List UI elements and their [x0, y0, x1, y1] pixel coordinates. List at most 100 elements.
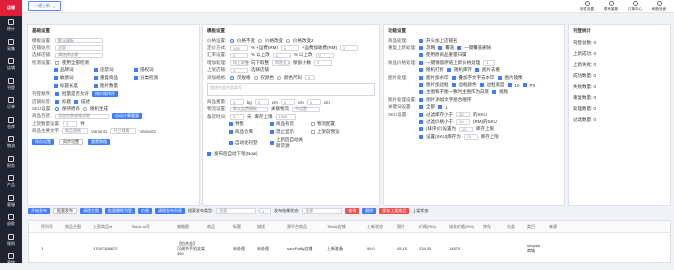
checkbox[interactable] [94, 83, 98, 88]
row-input[interactable]: 1 [483, 60, 496, 66]
option[interactable]: 自动化刊登 [229, 137, 265, 149]
attr-count-input[interactable]: 1 [305, 74, 315, 81]
checkbox[interactable] [419, 60, 424, 65]
checkbox[interactable] [270, 140, 274, 145]
row-field[interactable]: 四舍五入 [272, 60, 291, 66]
sidebar-item[interactable]: 采集 [0, 36, 22, 56]
checkbox[interactable] [270, 121, 274, 126]
row-field[interactable]: 0 [280, 45, 299, 51]
row-select[interactable]: 全部 [55, 45, 103, 51]
checkbox[interactable] [94, 75, 98, 80]
delete-button[interactable]: 删除 [362, 208, 377, 214]
row-field[interactable]: 2 [314, 60, 332, 66]
status-select[interactable]: 全部 [302, 208, 343, 214]
checkbox[interactable] [419, 75, 423, 80]
check-option[interactable]: 分类检测 [134, 75, 168, 81]
option[interactable]: 预售 [229, 121, 265, 127]
check-option[interactable]: 敏感词 [54, 75, 88, 81]
action-button[interactable]: 批量发布 [53, 208, 77, 214]
description-textarea[interactable]: 描述内容在此填写 [207, 83, 375, 97]
tag-title-checkbox[interactable] [55, 99, 59, 104]
checkbox[interactable] [497, 75, 502, 80]
action-button[interactable]: 批量删除刊登 [105, 208, 135, 214]
option[interactable]: 上新后自动关联货源 [270, 137, 306, 149]
panel-button[interactable]: 重置数据 [88, 138, 110, 145]
checkbox[interactable] [54, 83, 58, 88]
attr-radio[interactable] [230, 75, 234, 80]
sku-rule-input[interactable]: 10 [456, 111, 470, 118]
pack-input[interactable]: 添加包装规格详细 [55, 113, 109, 120]
option[interactable]: 禁止显示 [270, 129, 306, 135]
table-row[interactable]: 1 17047356872 【铝合金】 可调节手机支架 360 未处理 未处理 sourP… [29, 233, 670, 263]
sidebar-item[interactable]: 退款 [0, 211, 22, 231]
sidebar-item[interactable]: 营销 [0, 250, 22, 270]
checkbox[interactable] [54, 75, 58, 80]
checkbox[interactable] [451, 83, 456, 88]
check-option[interactable]: 标题长度 [54, 83, 88, 89]
checkbox[interactable] [419, 97, 424, 102]
option[interactable]: 物流配置 [311, 121, 347, 127]
toolbar-item[interactable]: 软件设置 [580, 0, 594, 12]
checkbox[interactable] [229, 140, 233, 145]
auto-delist-checkbox[interactable] [207, 152, 211, 157]
checkbox[interactable] [311, 121, 315, 126]
sidebar-item[interactable]: 店铺 [0, 55, 22, 75]
weight-field[interactable]: 0 [230, 99, 244, 105]
row-field[interactable]: 100 [230, 45, 248, 51]
sort-by-price-button[interactable]: 按价格排序 [92, 91, 118, 98]
check-option[interactable]: 违禁词 [94, 67, 128, 73]
checkbox[interactable] [451, 75, 456, 80]
sidebar-item[interactable]: 统计 [0, 16, 22, 36]
price-radio[interactable] [286, 38, 290, 43]
checkbox[interactable] [419, 53, 423, 58]
checkbox[interactable] [475, 68, 479, 73]
action-button[interactable]: 清理发布列表 [155, 208, 185, 214]
option[interactable]: 上架前预览 [311, 129, 347, 135]
weight-field[interactable]: 0 [306, 99, 321, 105]
weight-field[interactable]: 0 [280, 99, 295, 105]
toolbar-item[interactable]: 刷新页面 [652, 0, 666, 12]
sku-keep-radio[interactable] [55, 107, 59, 112]
action-button[interactable]: 价格 [138, 208, 152, 214]
price-radio[interactable] [230, 38, 234, 43]
checkbox[interactable] [492, 90, 496, 95]
checkbox[interactable] [507, 83, 512, 88]
check-option[interactable]: 侵权词 [134, 67, 168, 73]
sidebar-item[interactable]: 仓库 [0, 114, 22, 134]
field[interactable]: 尺寸规格 [110, 128, 137, 134]
checkbox[interactable] [457, 46, 462, 51]
checkbox[interactable] [134, 67, 138, 72]
tag-desc-checkbox[interactable] [74, 99, 78, 104]
checkbox[interactable] [419, 68, 423, 73]
sku-rule-input[interactable]: 10 [463, 134, 478, 140]
panel-button[interactable]: 同步设置 [59, 138, 83, 145]
stock-max-input[interactable]: 1000 [275, 114, 296, 120]
sku-rule-input[interactable]: 10 [456, 119, 470, 125]
check-option[interactable]: 图片数量 [94, 83, 128, 89]
search-button[interactable]: 查询 [345, 208, 360, 214]
option[interactable]: 商品仓库 [229, 129, 265, 135]
row-field[interactable]: 向上取整 [230, 60, 249, 66]
panel-button[interactable]: 保存设置 [32, 138, 54, 145]
row-field[interactable]: 0 [230, 52, 248, 59]
page-input[interactable]: 1 [259, 208, 272, 214]
sidebar-item[interactable]: 客服 [0, 192, 22, 212]
sku-rule-input[interactable]: 10 [459, 126, 473, 133]
auto-weight-button[interactable]: 自动计算重量 [112, 113, 142, 120]
price-radio[interactable] [258, 38, 262, 43]
checkbox[interactable] [419, 105, 423, 110]
checkbox[interactable] [419, 134, 423, 139]
sidebar-item[interactable]: 物流 [0, 133, 22, 153]
tab-one-click-listing[interactable]: 一键上新 × [28, 1, 62, 11]
checkbox[interactable] [419, 46, 424, 51]
checkbox[interactable] [54, 67, 58, 72]
checkbox[interactable] [438, 46, 443, 51]
row-field[interactable]: 1 [230, 67, 248, 73]
sku-random-radio[interactable] [83, 107, 87, 112]
save-listing-button[interactable]: 保存上架商品 [379, 208, 410, 214]
check-option[interactable]: 品牌词 [54, 67, 88, 73]
checkbox[interactable] [447, 68, 451, 73]
toolbar-item[interactable]: 联系客服 [604, 0, 618, 12]
row-select[interactable]: 默认模板 [55, 38, 103, 44]
checkbox[interactable] [94, 67, 98, 72]
